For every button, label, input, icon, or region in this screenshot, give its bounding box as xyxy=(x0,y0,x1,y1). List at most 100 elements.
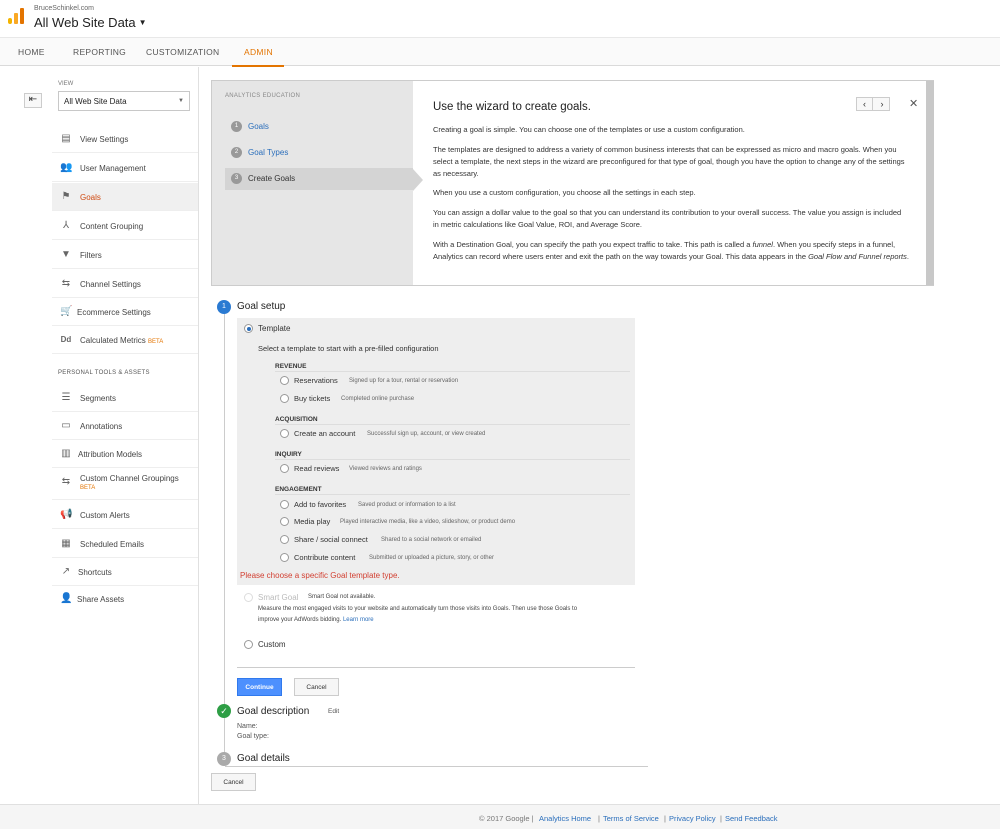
tab-reporting[interactable]: REPORTING xyxy=(73,47,126,57)
view-select[interactable]: All Web Site Data ▼ xyxy=(58,91,190,111)
divider xyxy=(275,371,630,372)
step-number: 3 xyxy=(231,173,242,184)
smart-goal-radio[interactable] xyxy=(244,593,253,602)
template-hint: Select a template to start with a pre-fi… xyxy=(258,344,439,353)
sidebar-item-label: Ecommerce Settings xyxy=(77,308,151,317)
sidebar-item-label: Goals xyxy=(80,193,101,202)
megaphone-icon: 📢 xyxy=(60,509,73,520)
tab-admin[interactable]: ADMIN xyxy=(244,47,273,57)
media-play-radio[interactable] xyxy=(280,517,289,526)
goal-type-label: Goal type: xyxy=(237,733,269,740)
analytics-education-panel: ANALYTICS EDUCATION 1 Goals 2 Goal Types… xyxy=(211,80,934,286)
buy-tickets-radio[interactable] xyxy=(280,394,289,403)
sidebar-item-label: Custom Alerts xyxy=(80,511,130,520)
feedback-link[interactable]: Send Feedback xyxy=(725,814,778,823)
education-step-goal-types[interactable]: 2 Goal Types xyxy=(225,142,413,164)
contribute-content-radio[interactable] xyxy=(280,553,289,562)
sidebar-item-ecommerce-settings[interactable]: 🛒 Ecommerce Settings xyxy=(52,298,198,326)
education-step-goals[interactable]: 1 Goals xyxy=(225,116,413,138)
footer: © 2017 Google | Analytics Home | Terms o… xyxy=(0,804,1000,829)
template-radio[interactable] xyxy=(244,324,253,333)
active-tab-indicator xyxy=(232,65,284,67)
sidebar-item-label: Content Grouping xyxy=(80,222,144,231)
sidebar-item-calculated-metrics[interactable]: Dd Calculated Metrics BETA xyxy=(52,326,198,354)
admin-sidebar: ⇤ VIEW All Web Site Data ▼ ▤ View Settin… xyxy=(0,67,199,804)
sidebar-item-label: Channel Settings xyxy=(80,280,141,289)
caret-down-icon: ▼ xyxy=(138,18,147,27)
property-name: All Web Site Data xyxy=(34,15,136,30)
cancel-button[interactable]: Cancel xyxy=(294,678,339,696)
education-title: Use the wizard to create goals. xyxy=(433,101,591,113)
sidebar-item-view-settings[interactable]: ▤ View Settings xyxy=(52,125,198,153)
learn-more-link[interactable]: Learn more xyxy=(343,617,374,623)
shortcut-icon: ↗ xyxy=(61,566,71,577)
share-social-desc: Shared to a social network or emailed xyxy=(381,537,482,543)
sidebar-item-annotations[interactable]: ▭ Annotations xyxy=(52,412,198,440)
sidebar-item-label: Share Assets xyxy=(77,595,125,604)
tab-home[interactable]: HOME xyxy=(18,47,45,57)
add-favorites-label: Add to favorites xyxy=(294,500,347,509)
segments-icon: ☰ xyxy=(61,392,71,403)
divider xyxy=(275,459,630,460)
sidebar-item-custom-channel-groupings[interactable]: ⇆ Custom Channel Groupings BETA xyxy=(52,468,198,500)
add-favorites-radio[interactable] xyxy=(280,500,289,509)
sidebar-item-channel-settings[interactable]: ⇆ Channel Settings xyxy=(52,270,198,298)
sidebar-item-scheduled-emails[interactable]: ▦ Scheduled Emails xyxy=(52,530,198,558)
smart-goal-label: Smart Goal xyxy=(258,593,299,602)
privacy-link[interactable]: Privacy Policy xyxy=(669,814,716,823)
scrollbar[interactable] xyxy=(926,81,934,285)
analytics-logo-icon[interactable] xyxy=(8,8,24,24)
create-account-radio[interactable] xyxy=(280,429,289,438)
sidebar-item-goals[interactable]: ⚑ Goals xyxy=(52,183,198,211)
category-revenue: REVENUE xyxy=(275,363,307,370)
back-button[interactable]: ⇤ xyxy=(24,93,42,108)
step-label: Goals xyxy=(248,122,269,131)
analytics-home-link[interactable]: Analytics Home xyxy=(539,814,591,823)
chevron-left-icon[interactable]: ‹ xyxy=(857,98,873,110)
sidebar-item-attribution-models[interactable]: ▥ Attribution Models xyxy=(52,440,198,468)
property-selector[interactable]: All Web Site Data ▼ xyxy=(34,15,147,30)
reservations-desc: Signed up for a tour, rental or reservat… xyxy=(349,378,459,384)
chevron-right-icon[interactable]: › xyxy=(874,98,890,110)
reservations-radio[interactable] xyxy=(280,376,289,385)
terms-link[interactable]: Terms of Service xyxy=(603,814,659,823)
users-icon: 👥 xyxy=(60,162,73,173)
share-social-radio[interactable] xyxy=(280,535,289,544)
custom-radio[interactable] xyxy=(244,640,253,649)
footer-separator: | xyxy=(598,814,600,823)
sidebar-item-custom-alerts[interactable]: 📢 Custom Alerts xyxy=(52,501,198,529)
sidebar-item-share-assets[interactable]: 👤 Share Assets xyxy=(52,585,198,613)
read-reviews-radio[interactable] xyxy=(280,464,289,473)
sidebar-item-segments[interactable]: ☰ Segments xyxy=(52,384,198,412)
bottom-cancel-button[interactable]: Cancel xyxy=(211,773,256,791)
template-error-message: Please choose a specific Goal template t… xyxy=(240,571,400,580)
category-inquiry: INQUIRY xyxy=(275,451,302,458)
calendar-icon: ▦ xyxy=(61,538,71,549)
create-account-desc: Successful sign up, account, or view cre… xyxy=(367,431,486,437)
education-pager: ‹ › xyxy=(856,97,890,111)
close-icon[interactable]: ✕ xyxy=(909,97,918,110)
continue-button[interactable]: Continue xyxy=(237,678,282,696)
divider xyxy=(275,424,630,425)
smart-goal-description: improve your AdWords bidding. Learn more xyxy=(258,617,374,623)
personal-tools-heading: PERSONAL TOOLS & ASSETS xyxy=(58,370,150,376)
sidebar-item-shortcuts[interactable]: ↗ Shortcuts xyxy=(52,558,198,586)
sidebar-item-label: Scheduled Emails xyxy=(80,540,145,549)
sidebar-item-user-management[interactable]: 👥 User Management xyxy=(52,154,198,182)
share-social-label: Share / social connect xyxy=(294,535,368,544)
sidebar-item-label: Segments xyxy=(80,394,117,403)
education-paragraph: The templates are designed to address a … xyxy=(433,145,905,178)
media-play-desc: Played interactive media, like a video, … xyxy=(340,519,516,525)
step-timeline xyxy=(224,312,225,762)
step-3-badge: 3 xyxy=(217,752,231,766)
edit-link[interactable]: Edit xyxy=(328,708,339,715)
top-header: BruceSchinkel.com All Web Site Data ▼ xyxy=(0,0,1000,37)
tab-customization[interactable]: CUSTOMIZATION xyxy=(146,47,219,57)
sidebar-item-filters[interactable]: ▼ Filters xyxy=(52,241,198,269)
sidebar-item-label: Custom Channel Groupings xyxy=(80,474,179,483)
education-paragraph: With a Destination Goal, you can specify… xyxy=(433,240,909,261)
sidebar-item-content-grouping[interactable]: ⅄ Content Grouping xyxy=(52,212,198,240)
sidebar-item-label: Attribution Models xyxy=(78,450,143,459)
contribute-content-desc: Submitted or uploaded a picture, story, … xyxy=(369,555,494,561)
education-step-create-goals[interactable]: 3 Create Goals xyxy=(225,168,423,191)
